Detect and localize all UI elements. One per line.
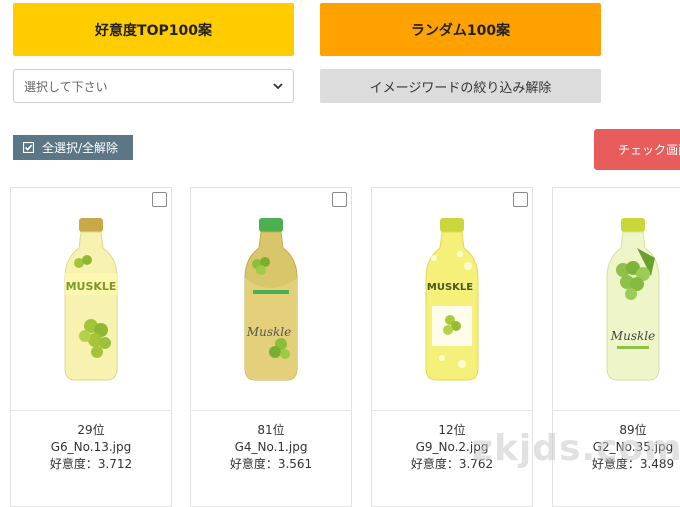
image-word-select[interactable]: 選択して下さい <box>13 69 294 103</box>
svg-text:Muskle: Muskle <box>610 329 655 343</box>
svg-text:Muskle: Muskle <box>246 325 291 339</box>
favorability-score: 好意度：3.561 <box>229 457 313 471</box>
card-meta: 89位 G2_No.35.jpg 好意度：3.489 <box>553 422 680 473</box>
filename: G9_No.2.jpg <box>415 440 489 454</box>
divider <box>191 410 351 411</box>
select-all-label: 全選択/全解除 <box>42 141 119 155</box>
check-screen-label: チェック画面を <box>618 143 680 157</box>
select-checkbox[interactable] <box>332 192 347 207</box>
svg-text:MUSKLE: MUSKLE <box>427 282 473 293</box>
filename: G2_No.35.jpg <box>592 440 674 454</box>
bottle-image: MUSKLE <box>372 188 532 410</box>
card-meta: 29位 G6_No.13.jpg 好意度：3.712 <box>11 422 171 473</box>
bottle-image: MUSKLE <box>11 188 171 410</box>
favorability-score: 好意度：3.712 <box>49 457 133 471</box>
bottle-figure: Muskle <box>606 218 660 381</box>
check-screen-button[interactable]: チェック画面を <box>594 129 680 170</box>
favorite-top100-button[interactable]: 好意度TOP100案 <box>13 3 294 56</box>
select-checkbox[interactable] <box>152 192 167 207</box>
select-checkbox[interactable] <box>513 192 528 207</box>
divider <box>553 410 680 411</box>
rank: 89位 <box>619 423 647 437</box>
random100-button[interactable]: ランダム100案 <box>320 3 601 56</box>
bottle-figure: MUSKLE <box>425 218 479 381</box>
favorability-score: 好意度：3.489 <box>591 457 675 471</box>
filename: G6_No.13.jpg <box>50 440 132 454</box>
bottle-image: Muskle <box>191 188 351 410</box>
rank: 81位 <box>257 423 285 437</box>
select-value: 選択して下さい <box>24 79 108 94</box>
chevron-down-icon <box>273 83 283 90</box>
rank: 12位 <box>438 423 466 437</box>
product-card: MUSKLE 12位 G9_No.2.jpg 好意度：3.762 <box>371 187 533 507</box>
divider <box>372 410 532 411</box>
product-card: Muskle 89位 G2_No.35.jpg 好意度：3.489 <box>552 187 680 507</box>
bottle-figure: MUSKLE <box>64 218 118 381</box>
product-card: MUSKLE 29位 G6_No.13.jpg 好意度：3.712 <box>10 187 172 507</box>
favorability-score: 好意度：3.762 <box>410 457 494 471</box>
select-all-button[interactable]: 全選択/全解除 <box>13 135 133 160</box>
checkbox-checked-icon <box>23 142 34 153</box>
rank: 29位 <box>77 423 105 437</box>
clear-filter-button[interactable]: イメージワードの絞り込み解除 <box>320 69 601 103</box>
card-meta: 81位 G4_No.1.jpg 好意度：3.561 <box>191 422 351 473</box>
svg-text:MUSKLE: MUSKLE <box>66 280 117 293</box>
bottle-figure: Muskle <box>244 218 298 381</box>
card-meta: 12位 G9_No.2.jpg 好意度：3.762 <box>372 422 532 473</box>
divider <box>11 410 171 411</box>
product-card: Muskle 81位 G4_No.1.jpg 好意度：3.561 <box>190 187 352 507</box>
bottle-image: Muskle <box>553 188 680 410</box>
filename: G4_No.1.jpg <box>234 440 308 454</box>
